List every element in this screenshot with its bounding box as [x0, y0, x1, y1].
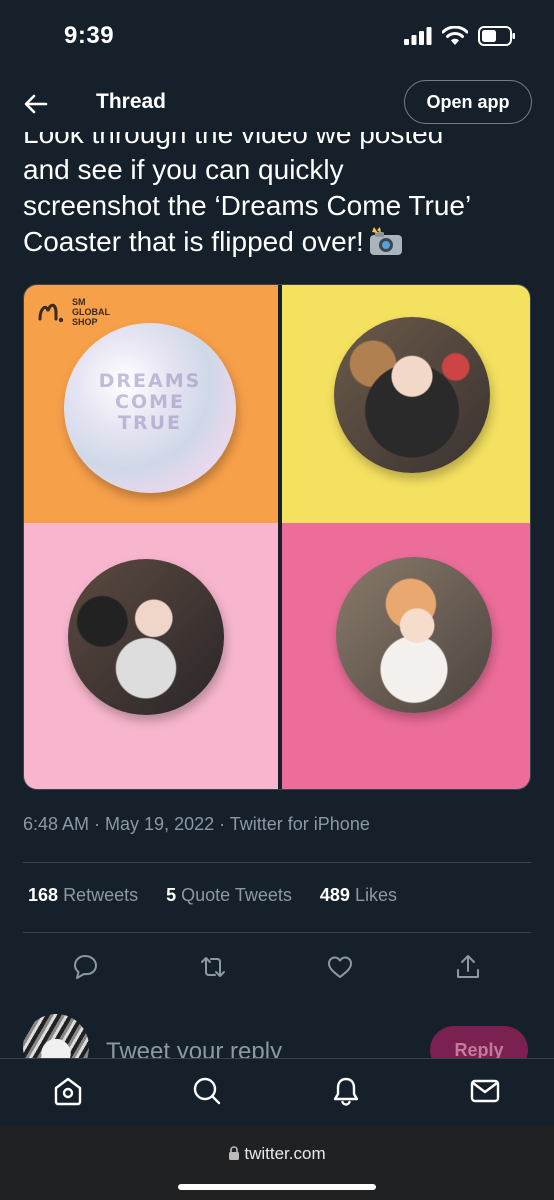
- tweet-timestamp[interactable]: 6:48 AM · May 19, 2022 · Twitter for iPh…: [23, 814, 370, 835]
- photo-coaster-3: [336, 557, 492, 713]
- retweet-icon: [201, 957, 225, 977]
- avatar: [23, 1014, 89, 1058]
- nav-notifications[interactable]: [330, 1075, 362, 1107]
- share-icon: [457, 955, 479, 978]
- nav-explore[interactable]: [191, 1075, 223, 1107]
- heart-icon: [328, 956, 352, 978]
- stat-label: Retweets: [63, 885, 139, 905]
- nav-messages[interactable]: [469, 1075, 501, 1107]
- wifi-icon: [442, 26, 468, 45]
- thread-header: Thread Open app: [0, 74, 554, 132]
- divider: [23, 862, 531, 863]
- url-display[interactable]: twitter.com: [0, 1144, 554, 1164]
- tweet-text-container: Look through the video we posted and see…: [23, 112, 543, 272]
- camera-with-flash-icon: [368, 227, 404, 266]
- home-icon: [54, 1077, 82, 1106]
- reply-input[interactable]: Tweet your reply: [106, 1038, 282, 1058]
- sm-global-shop-logo: SM GLOBAL SHOP: [36, 297, 110, 327]
- media-quadrant-pink: [24, 523, 278, 789]
- back-button[interactable]: [22, 90, 50, 118]
- stat-count: 489: [319, 885, 350, 905]
- open-app-button[interactable]: Open app: [404, 80, 532, 124]
- stat-quote-tweets[interactable]: 5 Quote Tweets: [166, 885, 292, 906]
- lock-icon: [229, 1146, 240, 1160]
- arrow-left-icon: [24, 94, 48, 114]
- tweet-text: Look through the video we posted and see…: [23, 118, 472, 257]
- tweet-actions: [23, 952, 531, 982]
- stat-label: Likes: [354, 885, 397, 905]
- speech-bubble-icon: [74, 955, 97, 979]
- stat-likes[interactable]: 489 Likes: [320, 885, 397, 906]
- cellular-signal-icon: [404, 27, 432, 45]
- reply-button[interactable]: Reply: [430, 1026, 528, 1058]
- status-time: 9:39: [64, 22, 115, 49]
- bell-icon: [333, 1077, 359, 1106]
- nav-home[interactable]: [52, 1075, 84, 1107]
- like-action-button[interactable]: [325, 952, 355, 982]
- status-icons: [404, 26, 516, 46]
- media-quadrant-yellow: [282, 285, 530, 523]
- stat-retweets[interactable]: 168 Retweets: [28, 885, 138, 906]
- browser-url-bar[interactable]: twitter.com: [0, 1126, 554, 1200]
- share-action-button[interactable]: [453, 952, 483, 982]
- search-icon: [193, 1077, 221, 1105]
- sm-logo-text: SM GLOBAL SHOP: [72, 297, 110, 327]
- stat-count: 168: [28, 885, 59, 905]
- media-quadrant-magenta: [282, 523, 530, 789]
- tweet-stats: 168 Retweets 5 Quote Tweets 489 Likes: [28, 885, 397, 906]
- media-quadrant-orange: SM GLOBAL SHOP DREAMS COME TRUE: [24, 285, 278, 523]
- status-bar: 9:39: [0, 0, 554, 74]
- bottom-navigation: [0, 1058, 554, 1126]
- photo-coaster-1: [334, 317, 490, 473]
- page-title: Thread: [96, 90, 167, 113]
- url-text: twitter.com: [244, 1144, 326, 1163]
- tweet-media-image[interactable]: SM GLOBAL SHOP DREAMS COME TRUE: [23, 284, 531, 790]
- battery-icon: [478, 26, 515, 46]
- reply-composer: Tweet your reply Reply: [0, 1014, 554, 1058]
- sm-logo-icon: [38, 303, 64, 323]
- envelope-icon: [470, 1079, 500, 1103]
- retweet-action-button[interactable]: [198, 952, 228, 982]
- stat-label: Quote Tweets: [181, 885, 292, 905]
- photo-coaster-2: [68, 559, 224, 715]
- reply-action-button[interactable]: [71, 952, 101, 982]
- coaster-text: DREAMS COME TRUE: [98, 370, 202, 434]
- holographic-coaster: DREAMS COME TRUE: [64, 323, 236, 493]
- divider: [23, 932, 531, 933]
- twitter-thread-screen: 9:39 Look through the video we posted an…: [0, 0, 554, 1200]
- home-indicator: [178, 1184, 376, 1190]
- stat-count: 5: [166, 885, 177, 905]
